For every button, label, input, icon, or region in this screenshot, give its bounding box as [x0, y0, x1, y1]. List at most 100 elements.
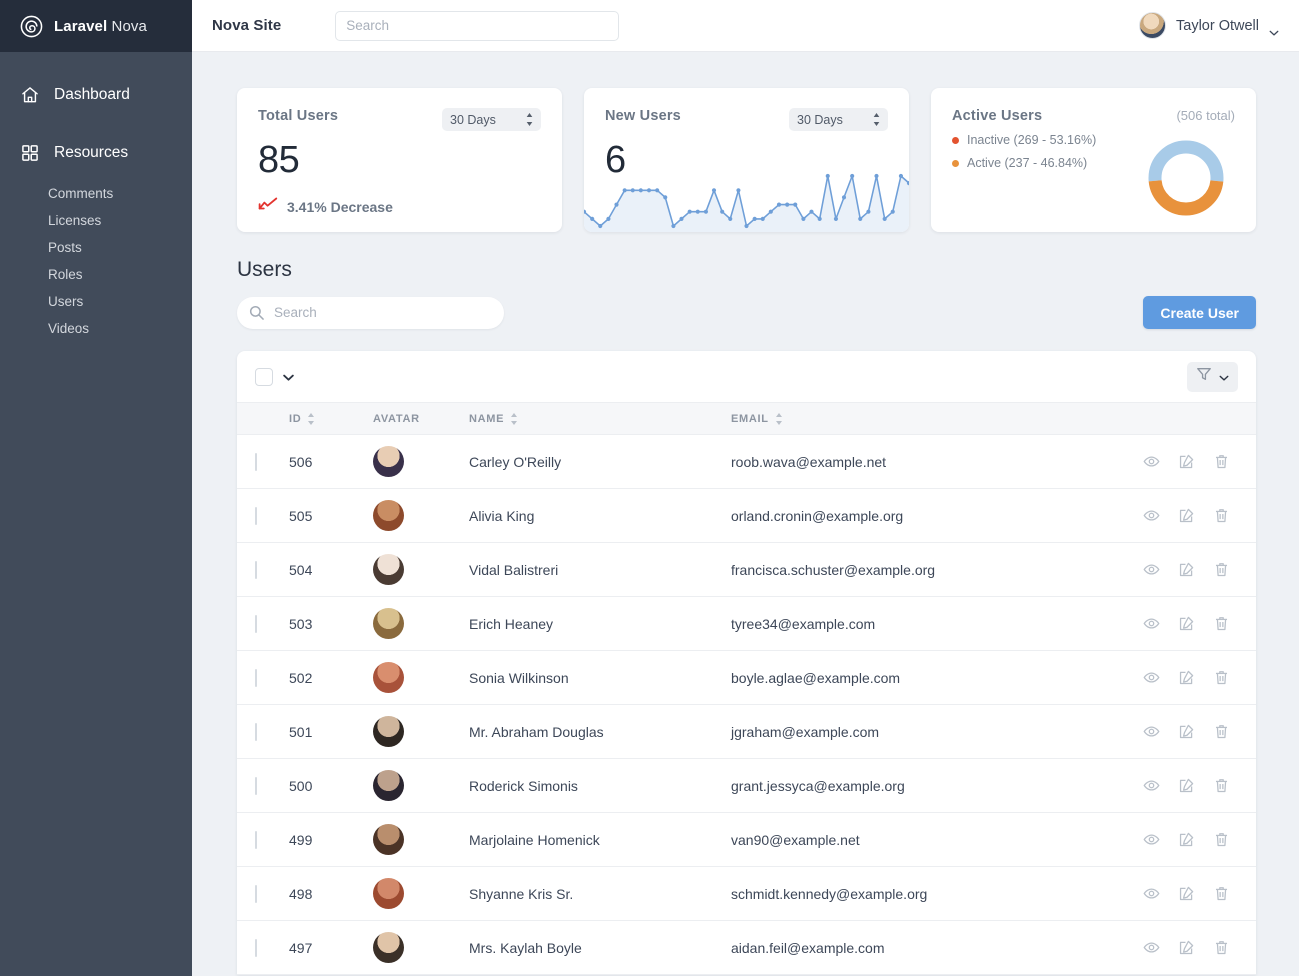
pencil-icon[interactable]	[1178, 507, 1195, 524]
user-menu[interactable]: Taylor Otwell	[1139, 12, 1279, 39]
cell-email: boyle.aglae@example.com	[731, 650, 1124, 705]
legend-label: Inactive (269 - 53.16%)	[967, 133, 1097, 147]
cell-name: Mr. Abraham Douglas	[469, 704, 731, 759]
create-user-button[interactable]: Create User	[1143, 296, 1256, 329]
row-checkbox[interactable]	[255, 722, 257, 741]
row-checkbox-cell	[237, 488, 289, 543]
sidebar-item-users[interactable]: Users	[0, 288, 192, 315]
table-row[interactable]: 503 Erich Heaney tyree34@example.com	[237, 596, 1256, 651]
trash-icon[interactable]	[1213, 831, 1230, 848]
pencil-icon[interactable]	[1178, 723, 1195, 740]
table-row[interactable]: 500 Roderick Simonis grant.jessyca@example…	[237, 758, 1256, 813]
sidebar-item-roles[interactable]: Roles	[0, 261, 192, 288]
pencil-icon[interactable]	[1178, 885, 1195, 902]
row-checkbox[interactable]	[255, 560, 257, 579]
cell-name: Carley O'Reilly	[469, 434, 731, 489]
row-checkbox-cell	[237, 650, 289, 705]
table-row[interactable]: 499 Marjolaine Homenick van90@example.net	[237, 812, 1256, 867]
row-checkbox[interactable]	[255, 830, 257, 849]
pencil-icon[interactable]	[1178, 777, 1195, 794]
legend-dot-icon	[952, 159, 959, 167]
trash-icon[interactable]	[1213, 507, 1230, 524]
brand-text: Laravel Nova	[54, 18, 147, 35]
trash-icon[interactable]	[1213, 723, 1230, 740]
eye-icon[interactable]	[1143, 453, 1160, 470]
pencil-icon[interactable]	[1178, 669, 1195, 686]
range-select-new-users[interactable]: 30 Days	[789, 108, 888, 131]
row-checkbox-cell	[237, 866, 289, 921]
metric-card-new-users: New Users 30 Days 6	[584, 88, 909, 232]
card-title: Active Users	[952, 108, 1043, 124]
row-checkbox[interactable]	[255, 776, 257, 795]
row-checkbox-cell	[237, 812, 289, 867]
table-row[interactable]: 502 Sonia Wilkinson boyle.aglae@example.co…	[237, 650, 1256, 705]
pencil-icon[interactable]	[1178, 453, 1195, 470]
eye-icon[interactable]	[1143, 507, 1160, 524]
eye-icon[interactable]	[1143, 831, 1160, 848]
table-head: ID AVATAR NAME EMAIL	[237, 402, 1256, 435]
sort-icon[interactable]	[510, 412, 518, 425]
chevron-down-icon	[1269, 23, 1279, 36]
eye-icon[interactable]	[1143, 669, 1160, 686]
sidebar-item-comments[interactable]: Comments	[0, 180, 192, 207]
eye-icon[interactable]	[1143, 939, 1160, 956]
avatar	[373, 500, 404, 531]
trash-icon[interactable]	[1213, 885, 1230, 902]
table-row[interactable]: 501 Mr. Abraham Douglas jgraham@example.co…	[237, 704, 1256, 759]
cell-id: 503	[289, 596, 373, 651]
eye-icon[interactable]	[1143, 777, 1160, 794]
pencil-icon[interactable]	[1178, 939, 1195, 956]
table-row[interactable]: 506 Carley O'Reilly roob.wava@example.net	[237, 434, 1256, 489]
row-checkbox[interactable]	[255, 452, 257, 471]
users-search-input[interactable]	[237, 296, 504, 329]
row-checkbox[interactable]	[255, 668, 257, 687]
table-row[interactable]: 504 Vidal Balistreri francisca.schuster@ex…	[237, 542, 1256, 597]
select-all-dropdown-icon[interactable]	[283, 368, 294, 386]
pencil-icon[interactable]	[1178, 615, 1195, 632]
users-table-card: ID AVATAR NAME EMAIL 506 Carley O'Reilly…	[237, 351, 1256, 975]
cell-avatar	[373, 488, 469, 543]
sidebar-item-posts[interactable]: Posts	[0, 234, 192, 261]
users-search-box[interactable]	[237, 296, 504, 329]
trash-icon[interactable]	[1213, 777, 1230, 794]
row-checkbox[interactable]	[255, 884, 257, 903]
sidebar-item-dashboard[interactable]: Dashboard	[0, 74, 192, 116]
sidebar-item-label: Resources	[54, 144, 129, 161]
trash-icon[interactable]	[1213, 939, 1230, 956]
global-search-input[interactable]	[335, 10, 620, 41]
eye-icon[interactable]	[1143, 615, 1160, 632]
sidebar-item-licenses[interactable]: Licenses	[0, 207, 192, 234]
row-checkbox[interactable]	[255, 506, 257, 525]
header-id[interactable]: ID	[289, 402, 373, 435]
cell-email: jgraham@example.com	[731, 704, 1124, 759]
eye-icon[interactable]	[1143, 723, 1160, 740]
card-title: Total Users	[258, 108, 339, 124]
cell-email: roob.wava@example.net	[731, 434, 1124, 489]
table-row[interactable]: 497 Mrs. Kaylah Boyle aidan.feil@example.c…	[237, 920, 1256, 975]
sidebar-item-videos[interactable]: Videos	[0, 315, 192, 342]
sidebar-item-resources[interactable]: Resources	[0, 132, 192, 174]
sort-icon[interactable]	[307, 412, 315, 425]
select-all-checkbox[interactable]	[255, 367, 273, 386]
trash-icon[interactable]	[1213, 615, 1230, 632]
row-checkbox[interactable]	[255, 614, 257, 633]
filter-button[interactable]	[1187, 361, 1238, 392]
brand-logo-area[interactable]: Laravel Nova	[0, 0, 192, 52]
pencil-icon[interactable]	[1178, 561, 1195, 578]
header-email[interactable]: EMAIL	[731, 402, 1124, 435]
table-row[interactable]: 505 Alivia King orland.cronin@example.org	[237, 488, 1256, 543]
trash-icon[interactable]	[1213, 453, 1230, 470]
trash-icon[interactable]	[1213, 561, 1230, 578]
header-name[interactable]: NAME	[469, 402, 731, 435]
range-select-total-users[interactable]: 30 Days	[442, 108, 541, 131]
sort-icon[interactable]	[775, 412, 783, 425]
trash-icon[interactable]	[1213, 669, 1230, 686]
pencil-icon[interactable]	[1178, 831, 1195, 848]
eye-icon[interactable]	[1143, 885, 1160, 902]
header-label: NAME	[469, 412, 505, 425]
page-title: Users	[237, 258, 292, 281]
table-row[interactable]: 498 Shyanne Kris Sr. schmidt.kennedy@examp…	[237, 866, 1256, 921]
card-total-label: (506 total)	[1176, 108, 1235, 123]
eye-icon[interactable]	[1143, 561, 1160, 578]
row-checkbox[interactable]	[255, 938, 257, 957]
